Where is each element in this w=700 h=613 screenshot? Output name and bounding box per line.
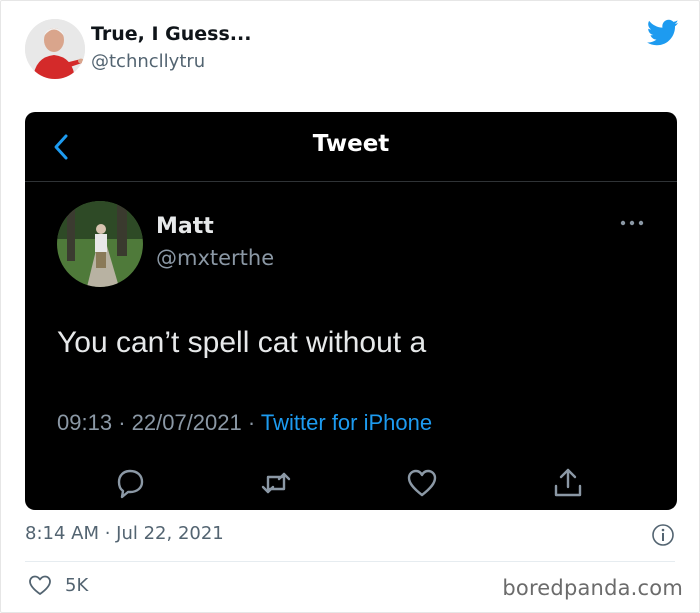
author-display-name[interactable]: True, I Guess... [91,23,251,45]
embedded-tweet-source-link[interactable]: Twitter for iPhone [261,410,432,435]
embedded-tweet-date: 22/07/2021 [131,410,242,435]
footer-divider [25,561,675,562]
screenshot-divider [25,181,677,182]
like-count[interactable]: 5K [65,575,88,596]
man-pointing-avatar-icon [25,19,85,79]
watermark: boredpanda.com [502,576,683,600]
embedded-author-handle[interactable]: @mxterthe [156,246,274,270]
tweet-timestamp[interactable]: 8:14 AM · Jul 22, 2021 [25,523,224,544]
embedded-author-avatar[interactable] [57,201,143,287]
author-avatar[interactable] [25,19,85,79]
meta-separator: · [118,410,126,435]
embedded-tweet-time: 09:13 [57,410,113,435]
share-icon[interactable] [551,466,585,500]
embedded-tweet-actions [25,462,677,502]
author-handle[interactable]: @tchncllytru [91,51,205,72]
reply-icon[interactable] [113,466,147,500]
like-icon[interactable] [405,466,439,500]
embedded-tweet-text: You can’t spell cat without a [57,326,427,359]
person-in-park-avatar-icon [57,201,143,287]
screenshot-header-title: Tweet [312,131,390,157]
embedded-tweet-screenshot: Tweet Matt @mxterthe You can’t spell cat… [25,112,677,510]
info-icon[interactable] [651,523,675,547]
more-options-icon[interactable] [619,218,645,228]
heart-icon[interactable] [27,573,53,597]
retweet-icon[interactable] [259,466,293,500]
tweet-card: True, I Guess... @tchncllytru Tweet Matt… [0,0,700,613]
twitter-bird-icon[interactable] [647,19,679,47]
meta-separator: · [247,410,256,435]
embedded-tweet-meta: 09:13 · 22/07/2021 · Twitter for iPhone [57,410,432,436]
embedded-author-name[interactable]: Matt [156,214,214,239]
